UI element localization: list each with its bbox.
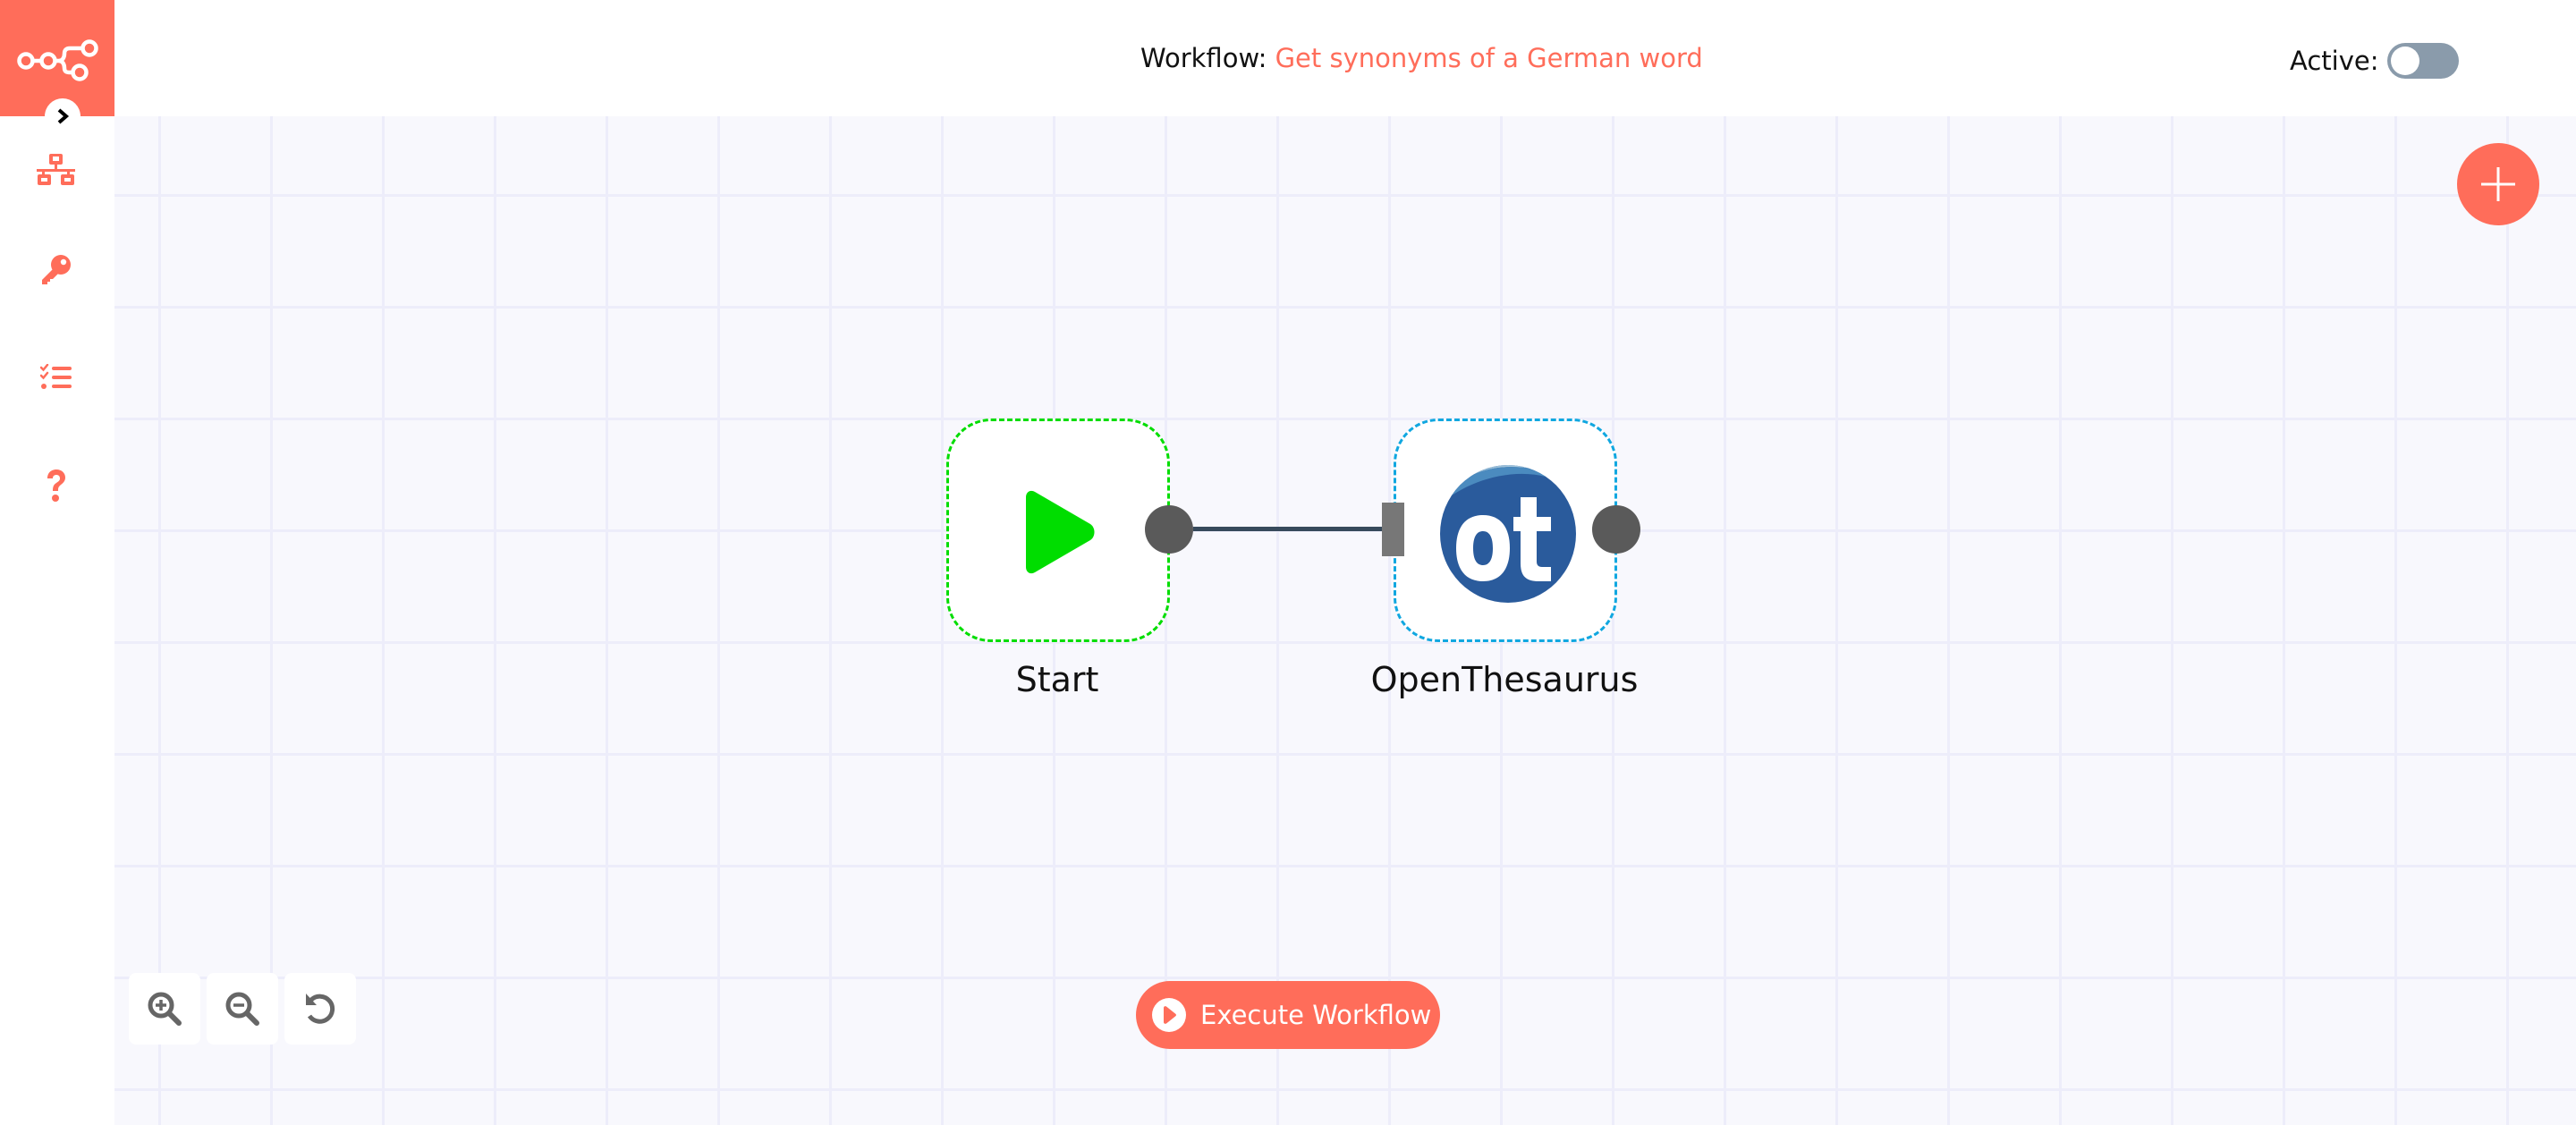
header: Workflow: Get synonyms of a German word	[114, 0, 2576, 116]
active-label: Active:	[2290, 46, 2379, 76]
openthesaurus-input-handle[interactable]	[1382, 503, 1404, 556]
sidebar-item-credentials[interactable]	[30, 248, 82, 292]
workflow-name[interactable]: Get synonyms of a German word	[1275, 43, 1703, 73]
active-toggle[interactable]	[2387, 43, 2460, 79]
sidebar-item-workflows[interactable]	[30, 148, 82, 192]
play-circle-icon	[1152, 998, 1186, 1032]
node-label-start: Start	[1015, 660, 1099, 699]
node-openthesaurus[interactable]	[1394, 419, 1617, 642]
sidebar-item-executions[interactable]	[30, 356, 82, 401]
node-start[interactable]	[946, 419, 1170, 642]
toggle-knob	[2391, 47, 2420, 75]
reset-zoom-icon	[306, 994, 335, 1024]
sidebar	[0, 0, 114, 1125]
execute-workflow-label: Execute Workflow	[1200, 1000, 1432, 1030]
zoom-out-icon	[225, 992, 259, 1026]
tasks-list-icon	[40, 364, 72, 389]
execute-workflow-button[interactable]: Execute Workflow	[1136, 981, 1440, 1049]
play-icon	[1026, 490, 1095, 574]
zoom-in-icon	[148, 992, 182, 1026]
zoom-in-button[interactable]	[129, 973, 200, 1045]
node-label-openthesaurus: OpenThesaurus	[1370, 660, 1639, 699]
openthesaurus-logo-icon	[1440, 465, 1576, 603]
reset-zoom-button[interactable]	[284, 973, 356, 1045]
plus-icon	[2481, 167, 2515, 201]
active-control: Active:	[2290, 39, 2460, 82]
start-output-handle[interactable]	[1145, 505, 1193, 554]
key-icon	[42, 255, 71, 284]
workflow-title-prefix: Workflow:	[1140, 43, 1267, 73]
sidebar-collapse-button[interactable]	[45, 98, 80, 134]
network-icon	[37, 154, 75, 185]
zoom-out-button[interactable]	[207, 973, 278, 1045]
openthesaurus-output-handle[interactable]	[1592, 505, 1640, 554]
add-node-button[interactable]	[2457, 143, 2539, 225]
sidebar-item-help[interactable]	[30, 463, 82, 508]
chevron-right-icon	[57, 108, 70, 124]
connection-start-to-openthesaurus[interactable]	[1193, 527, 1382, 531]
workflow-canvas[interactable]	[114, 116, 2576, 1125]
question-icon	[47, 469, 65, 502]
workflow-title: Workflow: Get synonyms of a German word	[1140, 39, 1703, 77]
